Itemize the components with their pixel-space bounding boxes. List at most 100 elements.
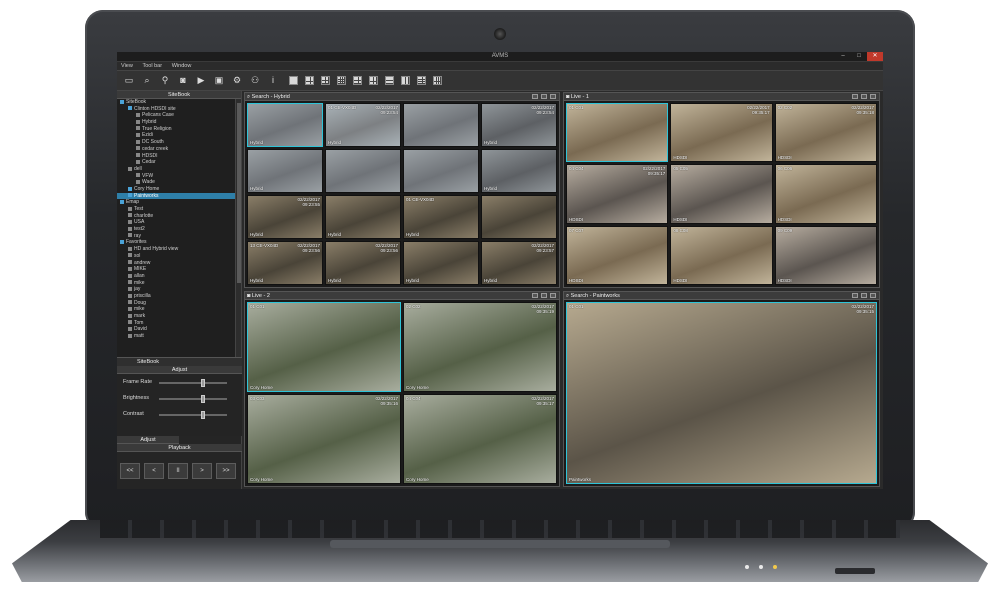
tree-item[interactable]: SiteBook [117,99,235,106]
tree-item[interactable]: HD and Hybrid view [117,246,235,253]
users-icon[interactable]: ⚇ [249,74,261,87]
tree-item[interactable]: Wade [117,179,235,186]
layout-3x3-icon[interactable] [321,76,330,85]
monitor-icon[interactable]: ▭ [123,74,135,87]
pane-maximize-button[interactable] [861,94,867,99]
layout-4x4-icon[interactable] [337,76,346,85]
camera-icon[interactable]: ◙ [177,74,189,87]
camera-tile[interactable] [481,195,557,239]
tree-item[interactable]: Pelicans Case [117,112,235,119]
tree-item[interactable]: MIKE [117,266,235,273]
layout-2x4-icon[interactable] [417,76,426,85]
camera-tile[interactable]: 04 C04 02/22/2017 09:35:17 Cory Home [403,394,557,484]
pane-search-paintworks[interactable]: ⌕ Search - Paintworks 01 C01 02/22/2017 09… [563,291,880,487]
tree-item[interactable]: Cory Home [117,186,235,193]
pane-header[interactable]: ◙ Live - 1 [564,93,879,101]
tab-adjust[interactable]: Adjust [117,436,179,444]
adjust-slider[interactable] [159,411,227,419]
pane-header[interactable]: ◙ Live - 2 [245,292,559,300]
pane-maximize-button[interactable] [541,94,547,99]
camera-tile[interactable]: 03 C03 02/22/2017 09:35:16 Cory Home [247,394,401,484]
camera-tile[interactable]: Hybrid [247,149,323,193]
slider-knob[interactable] [200,379,205,387]
pane-close-button[interactable] [870,293,876,298]
camera-tile[interactable]: 09 C09 HDSDI [774,225,877,285]
pane-close-button[interactable] [870,94,876,99]
tree-item[interactable]: DC South [117,139,235,146]
camera-tile[interactable]: 01 C01 [566,103,669,163]
tree-item[interactable]: mark [117,313,235,320]
adjust-slider[interactable] [159,395,227,403]
pane-search-hybrid[interactable]: ⌕ Search - Hybrid Hybrid 01 CE-VX04D 02/22/… [244,92,560,288]
rewind-fast-button[interactable]: << [120,463,140,479]
step-back-button[interactable]: < [144,463,164,479]
menu-window[interactable]: Window [168,62,196,69]
tree-item[interactable]: David [117,326,235,333]
tree-item[interactable]: Doug [117,300,235,307]
tree-item[interactable]: mike [117,306,235,313]
pane-minimize-button[interactable] [532,94,538,99]
tree-item[interactable]: Paintworks [117,192,235,200]
camera-tile[interactable]: 01 C01 Cory Home [247,302,401,392]
maximize-button[interactable]: □ [851,52,867,61]
tree-item[interactable]: Emap [117,199,235,206]
layout-2x2-icon[interactable] [305,76,314,85]
tree-item[interactable]: andrew [117,260,235,267]
tree-item[interactable]: Cedar [117,159,235,166]
layout-3x2-icon[interactable] [369,76,378,85]
tree-scrollbar[interactable] [235,99,241,357]
tree-item[interactable]: Tom [117,320,235,327]
camera-tile[interactable] [403,103,479,147]
tree-item[interactable]: ray [117,233,235,240]
pane-header[interactable]: ⌕ Search - Hybrid [245,93,559,101]
tree-item[interactable]: Test [117,206,235,213]
camera-tile[interactable]: Hybrid [481,149,557,193]
tree-item[interactable]: True Religion [117,126,235,133]
info-icon[interactable]: i [267,74,279,87]
camera-tile[interactable]: 06 C06 HDSDI [774,164,877,224]
pane-minimize-button[interactable] [532,293,538,298]
video-icon[interactable]: ▣ [213,74,225,87]
pane-header[interactable]: ⌕ Search - Paintworks [564,292,879,300]
camera-tile[interactable]: 02/22/2017 09:23:57 Hybrid [481,241,557,285]
tree-item[interactable]: Hybrid [117,119,235,126]
slider-knob[interactable] [200,411,205,419]
camera-tile[interactable] [403,149,479,193]
camera-tile[interactable]: 04 C04 02/22/2017 09:35:17 HDSDI [566,164,669,224]
adjust-slider[interactable] [159,379,227,387]
tree-item[interactable]: cedar creek [117,146,235,153]
tree-item[interactable]: priscilla [117,293,235,300]
camera-tile[interactable]: 05 C05 HDSDI [670,164,773,224]
camera-tile[interactable]: 02 C02 02/22/2017 09:35:19 Cory Home [403,302,557,392]
slider-knob[interactable] [200,395,205,403]
layout-4x2-icon[interactable] [433,76,442,85]
playback-icon[interactable]: ▶ [195,74,207,87]
tree-item[interactable]: charlotte [117,213,235,220]
tree-item[interactable]: sol [117,253,235,260]
camera-tile[interactable]: 08 C08 HDSDI [670,225,773,285]
close-button[interactable]: ✕ [867,52,883,61]
camera-tile[interactable]: 02 C02 02/22/2017 09:35:18 HDSDI [774,103,877,163]
scrollbar-thumb[interactable] [237,103,241,283]
fast-forward-button[interactable]: >> [216,463,236,479]
menu-view[interactable]: View [117,62,137,69]
pane-close-button[interactable] [550,94,556,99]
menu-toolbar[interactable]: Tool bar [139,62,167,69]
camera-tile[interactable]: 13 CE-VX04D 02/22/2017 09:23:56 Hybrid [247,241,323,285]
camera-tile[interactable]: Hybrid [403,241,479,285]
pane-minimize-button[interactable] [852,293,858,298]
tree-item[interactable]: jay [117,286,235,293]
camera-tile[interactable] [325,149,401,193]
tab-sitebook[interactable]: SiteBook [117,358,179,366]
camera-tile[interactable]: 02/22/2017 09:35:17 HDSDI [670,103,773,163]
tree-item[interactable]: HDSDI [117,153,235,160]
pane-minimize-button[interactable] [852,94,858,99]
tree-item[interactable]: VFW [117,173,235,180]
layout-1x3-icon[interactable] [385,76,394,85]
tree-item[interactable]: allan [117,273,235,280]
pause-button[interactable]: II [168,463,188,479]
camera-tile[interactable]: 02/22/2017 09:23:54 Hybrid [481,103,557,147]
layout-1x1-icon[interactable] [289,76,298,85]
camera-tile[interactable]: 07 C07 HDSDI [566,225,669,285]
pane-maximize-button[interactable] [861,293,867,298]
